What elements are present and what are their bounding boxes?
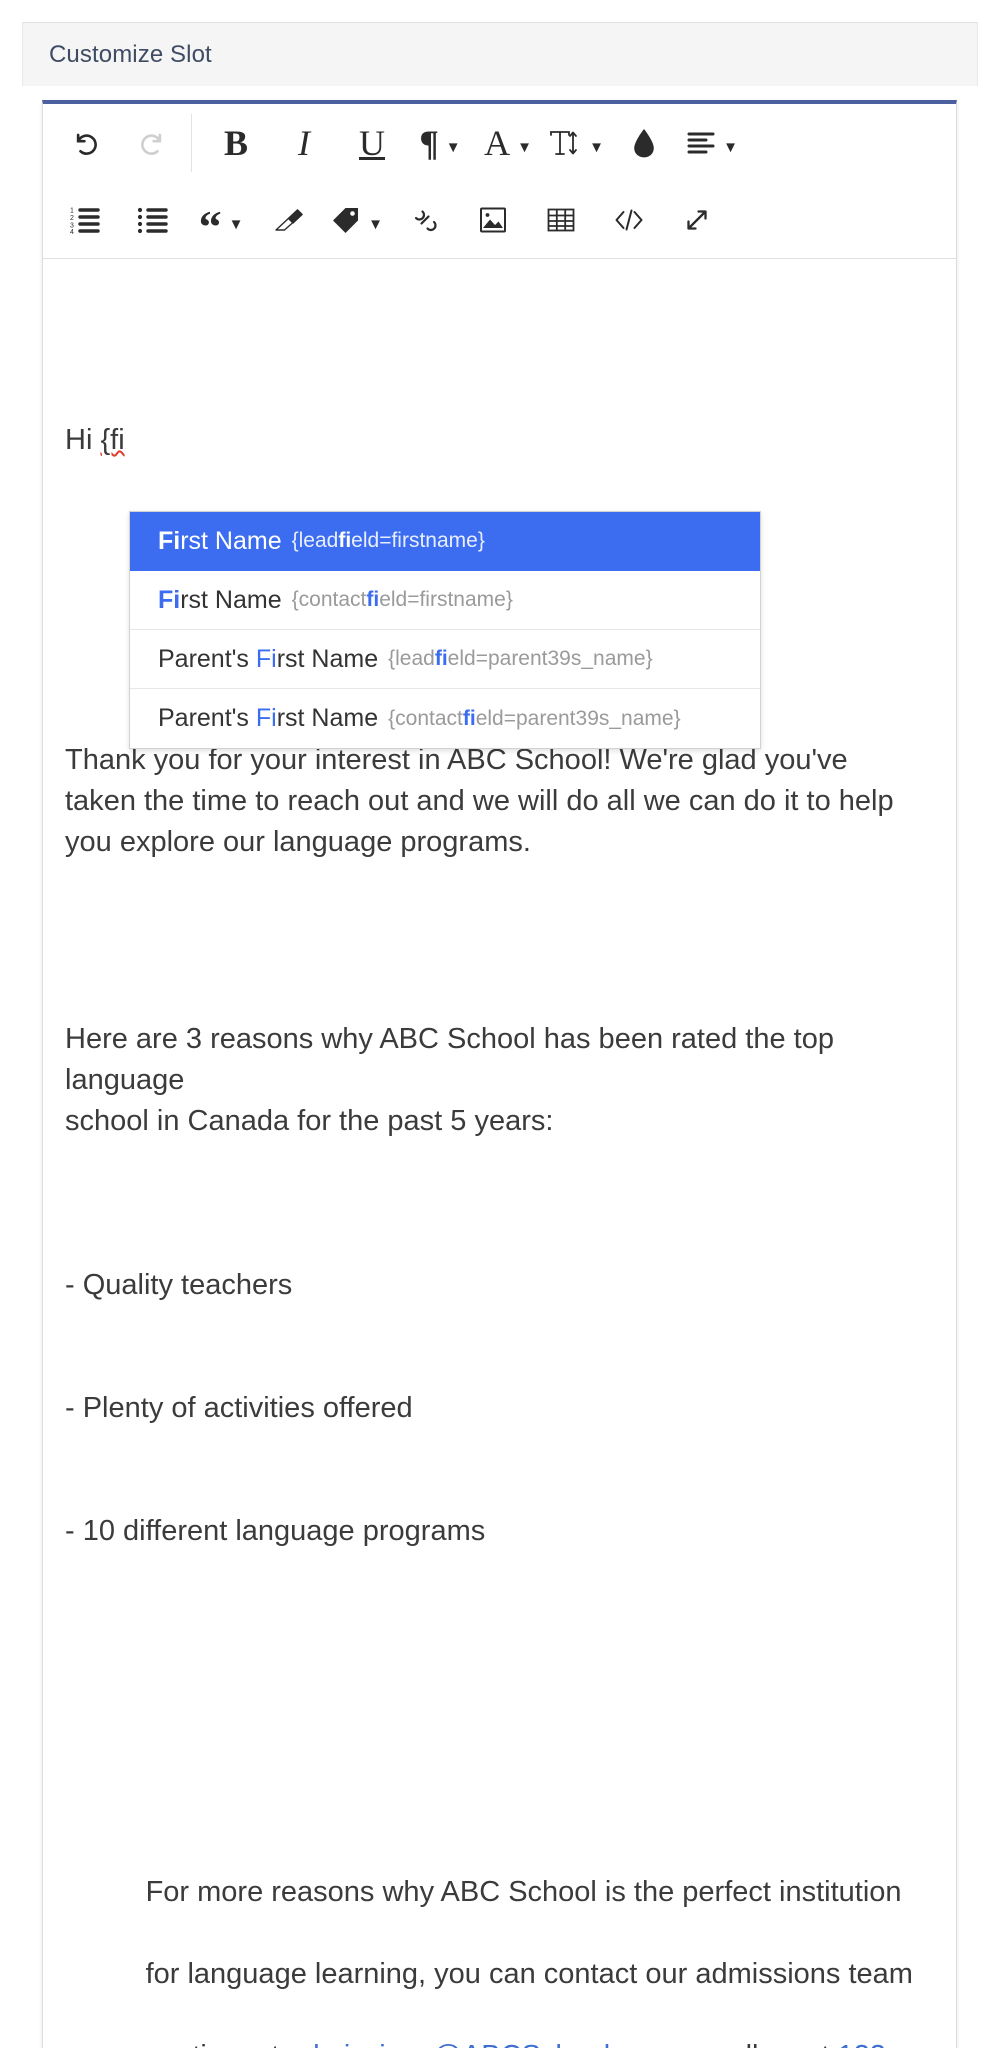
editor-content-area[interactable]: Hi {fi Thank you for your interest in AB… (43, 259, 956, 2048)
email-link-user: admissions@ (287, 2040, 462, 2048)
image-icon[interactable] (459, 190, 527, 250)
svg-text:4: 4 (70, 229, 74, 234)
font-size-icon[interactable]: ▼ (542, 113, 610, 173)
option-token: {leadfield=parent39s_name} (388, 647, 652, 671)
autocomplete-option-lead-firstname[interactable]: First Name {leadfield=firstname} (130, 512, 760, 571)
greeting-line: Hi {fi (65, 420, 926, 461)
option-label: First Name (158, 586, 282, 615)
toolbar-row-2: 1 2 3 4 “ ▼ ▼ (43, 182, 956, 258)
option-token-post: eld=firstname} (379, 588, 513, 611)
tag-icon[interactable]: ▼ (323, 190, 391, 250)
para2-seg-h: lore our language programs. (166, 826, 531, 858)
contact-line-1: For more reasons why ABC School is the p… (145, 1876, 902, 1908)
table-icon[interactable] (527, 190, 595, 250)
bullet-item-3: - 10 different language programs (65, 1515, 486, 1547)
greeting-prefix: Hi (65, 424, 101, 456)
paragraph-format-icon[interactable]: ¶ ▼ (406, 113, 474, 173)
paragraph-thanks: Thank you for your interest in ABC Schoo… (65, 740, 926, 863)
page-title: Customize Slot (49, 40, 212, 68)
link-icon[interactable] (391, 190, 459, 250)
chevron-down-icon: ▼ (368, 215, 383, 233)
para2-seg-e: en the time to reach out and we will do … (103, 785, 776, 817)
autocomplete-option-lead-parent-firstname[interactable]: Parent's First Name {leadfield=parent39s… (130, 630, 760, 689)
rich-text-editor: B I U ¶ ▼ A ▼ ▼ ▼ 1 2 3 4 “ ▼ ▼ Hi {fi T… (42, 100, 957, 2048)
para3-seg-d: school in Canada for the past 5 years: (65, 1105, 554, 1137)
option-label-pre: Parent's (158, 644, 256, 673)
option-token-match: fi (338, 529, 352, 552)
option-token-pre: {contact (388, 706, 463, 730)
paragraph-reasons: Here are 3 reasons why ABC School has be… (65, 1019, 926, 1142)
svg-text:1: 1 (70, 208, 74, 215)
option-token-post: eld=firstname} (351, 529, 485, 552)
contact-line-3-mid: or call us at (673, 2040, 837, 2048)
quote-icon[interactable]: “ ▼ (187, 190, 255, 250)
panel-header: Customize Slot (22, 22, 978, 86)
option-label-post: rst Name (276, 704, 379, 732)
text-color-icon[interactable] (610, 113, 678, 173)
option-label: Parent's First Name (158, 704, 378, 733)
typed-token: {fi (100, 424, 125, 456)
option-token: {contactfield=parent39s_name} (388, 707, 680, 731)
para3-seg-a: He (65, 1023, 103, 1055)
option-token: {leadfield=firstname} (292, 529, 485, 553)
option-label-post: rst Name (276, 644, 379, 673)
bullet-item-2: - Plenty of activities offered (65, 1392, 413, 1424)
option-token-match: fi (434, 647, 448, 670)
italic-icon[interactable]: I (270, 113, 338, 173)
option-token-pre: {contact (291, 588, 367, 611)
autocomplete-option-contact-parent-firstname[interactable]: Parent's First Name {contactfield=parent… (130, 689, 760, 748)
code-view-icon[interactable] (595, 190, 663, 250)
paragraph-contact: For more reasons why ABC School is the p… (65, 1831, 926, 2048)
phone-link-part-1: 123- (837, 2040, 895, 2048)
undo-icon[interactable] (51, 113, 119, 173)
option-label-match: Fi (158, 526, 181, 555)
option-token-post: eld=parent39s_name} (475, 706, 681, 730)
paragraph-spacer-2 (65, 1675, 926, 1708)
chevron-down-icon: ▼ (589, 138, 604, 156)
contact-line-3-prefix: anytime at (146, 2040, 288, 2048)
option-label-match: Fi (255, 644, 277, 673)
editor-toolbar: B I U ¶ ▼ A ▼ ▼ ▼ 1 2 3 4 “ ▼ ▼ (43, 104, 956, 259)
para2-seg-g: exp (119, 826, 167, 858)
fullscreen-icon[interactable] (663, 190, 731, 250)
bold-icon[interactable]: B (202, 113, 270, 173)
option-label-match: Fi (158, 585, 181, 614)
email-link-domain: ABCSchool.com (462, 2040, 673, 2048)
chevron-down-icon: ▼ (723, 138, 738, 156)
option-token-pre: {lead (388, 647, 435, 670)
option-label: First Name (158, 527, 282, 556)
toolbar-divider (191, 114, 192, 172)
option-label-post: rst Name (180, 585, 282, 614)
bullet-item-1: - Quality teachers (65, 1269, 293, 1301)
underline-icon[interactable]: U (338, 113, 406, 173)
token-autocomplete-dropdown[interactable]: First Name {leadfield=firstname} First N… (129, 511, 761, 749)
autocomplete-option-contact-firstname[interactable]: First Name {contactfield=firstname} (130, 571, 760, 630)
unordered-list-icon[interactable] (119, 190, 187, 250)
option-token-post: eld=parent39s_name} (447, 647, 653, 670)
para3-seg-b: re are 3 reasons why ABC School has been… (102, 1023, 786, 1055)
toolbar-row-1: B I U ¶ ▼ A ▼ ▼ ▼ (43, 104, 956, 182)
customize-slot-panel: Customize Slot B I U ¶ ▼ A ▼ ▼ ▼ 1 2 3 4… (22, 22, 978, 2048)
option-token-match: fi (366, 588, 380, 611)
email-link[interactable]: admissions@ABCSchool.com (287, 2040, 673, 2048)
option-token-match: fi (462, 706, 476, 730)
chevron-down-icon: ▼ (517, 138, 532, 156)
chevron-down-icon: ▼ (228, 215, 244, 233)
svg-text:2: 2 (70, 215, 74, 222)
para2-seg-d: tak (65, 785, 104, 817)
option-label-post: rst Name (180, 526, 282, 555)
option-token-pre: {lead (291, 529, 339, 552)
para2-seg-a: Th (65, 744, 99, 776)
clear-formatting-icon[interactable] (255, 190, 323, 250)
option-label-match: Fi (255, 704, 277, 732)
option-label-pre: Parent's (158, 704, 256, 732)
chevron-down-icon: ▼ (445, 138, 461, 156)
contact-line-2: for language learning, you can contact o… (145, 1958, 913, 1990)
redo-icon[interactable] (119, 113, 187, 173)
option-token: {contactfield=firstname} (292, 588, 513, 612)
ordered-list-icon[interactable]: 1 2 3 4 (51, 190, 119, 250)
align-icon[interactable]: ▼ (678, 113, 746, 173)
font-family-icon[interactable]: A ▼ (474, 113, 542, 173)
option-label: Parent's First Name (158, 645, 378, 674)
